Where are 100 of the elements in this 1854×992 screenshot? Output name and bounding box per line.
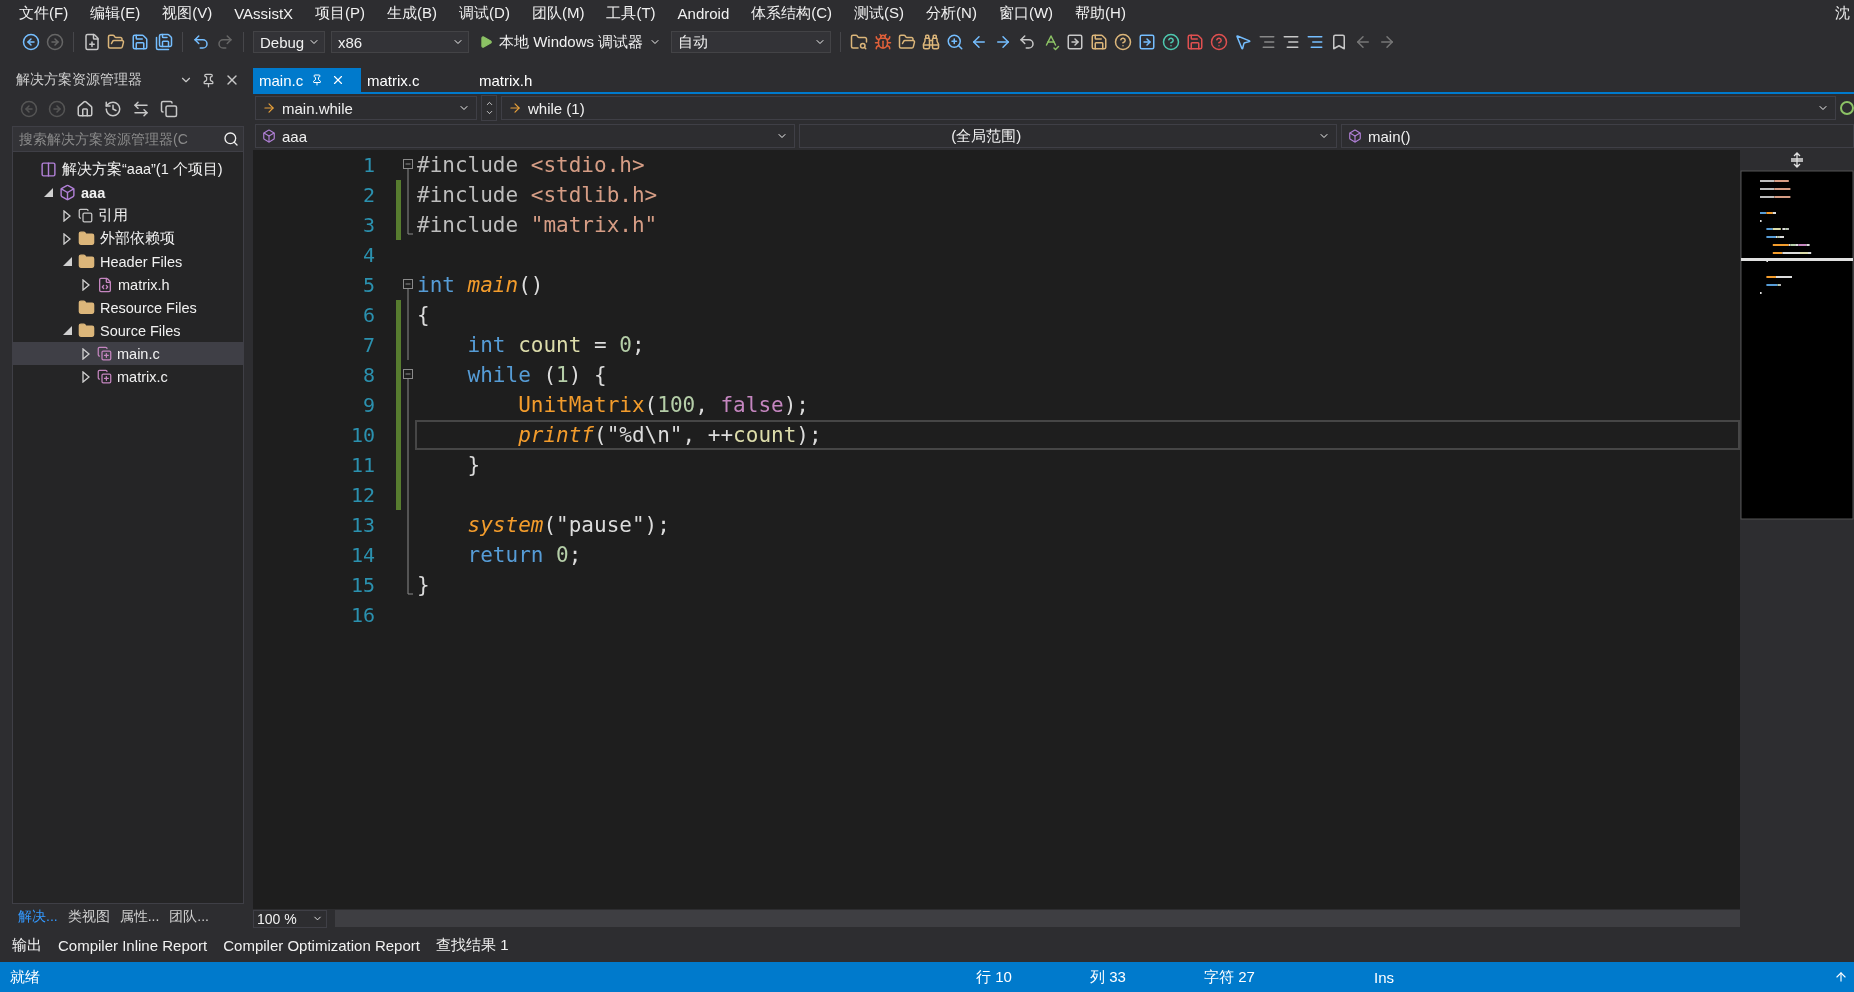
- home-icon[interactable]: [76, 100, 94, 118]
- undo-icon[interactable]: [1018, 33, 1037, 51]
- menu-item[interactable]: 体系结构(C): [740, 3, 844, 23]
- output-tab[interactable]: 输出: [12, 935, 42, 955]
- align-icon[interactable]: [1258, 33, 1277, 51]
- menu-item[interactable]: VAssistX: [223, 4, 305, 22]
- folder-icon: [78, 253, 95, 270]
- menu-item[interactable]: 窗口(W): [987, 3, 1065, 23]
- collapsed-arrow-icon[interactable]: [63, 209, 71, 222]
- collapsed-arrow-icon[interactable]: [82, 347, 90, 360]
- menu-item[interactable]: 生成(B): [376, 3, 449, 23]
- up-icon[interactable]: [484, 99, 494, 108]
- tree-item[interactable]: 引用: [13, 204, 243, 227]
- arrow-up-icon[interactable]: [1834, 970, 1848, 984]
- back-icon[interactable]: [22, 33, 40, 51]
- folder-icon: [78, 230, 95, 247]
- search-field[interactable]: 搜索解决方案资源管理器(C: [12, 126, 244, 152]
- menu-item[interactable]: 编辑(E): [79, 3, 152, 23]
- member-dropdown[interactable]: main(): [1341, 124, 1854, 148]
- user-name[interactable]: 沈: [1835, 3, 1850, 23]
- tree-item[interactable]: Source Files: [13, 319, 243, 342]
- undo-icon[interactable]: [192, 33, 210, 51]
- project-dropdown[interactable]: aaa: [255, 124, 795, 148]
- save-icon[interactable]: [131, 33, 149, 51]
- bug-icon[interactable]: [874, 33, 893, 51]
- menu-item[interactable]: 帮助(H): [1064, 3, 1137, 23]
- list-icon[interactable]: [1306, 33, 1325, 51]
- menu-item[interactable]: 测试(S): [843, 3, 916, 23]
- help-icon[interactable]: [1114, 33, 1133, 51]
- tree-item[interactable]: Header Files: [13, 250, 243, 273]
- align-icon[interactable]: [1282, 33, 1301, 51]
- file-tab[interactable]: matrix.h: [473, 68, 585, 92]
- help-icon[interactable]: [1162, 33, 1181, 51]
- expanded-arrow-icon[interactable]: [62, 326, 72, 335]
- run-button[interactable]: 本地 Windows 调试器: [475, 30, 666, 54]
- context-dropdown[interactable]: main.while: [255, 96, 477, 120]
- pin-icon[interactable]: [311, 74, 324, 86]
- pointer-icon[interactable]: [1234, 33, 1253, 51]
- save-all-icon[interactable]: [155, 33, 173, 51]
- platform-dropdown[interactable]: x86: [331, 31, 469, 53]
- reference-icon: [78, 208, 93, 223]
- tree-item[interactable]: main.c: [13, 342, 243, 365]
- menu-item[interactable]: 文件(F): [8, 3, 80, 23]
- export-icon[interactable]: [1066, 33, 1085, 51]
- output-tab[interactable]: 查找结果 1: [436, 935, 509, 955]
- horizontal-scrollbar[interactable]: [335, 910, 1740, 927]
- file-tab[interactable]: main.c: [253, 68, 361, 92]
- tree-item[interactable]: 外部依赖项: [13, 227, 243, 250]
- redo-icon[interactable]: [216, 33, 234, 51]
- splitter-icon[interactable]: [1790, 152, 1804, 168]
- solution-icon: [40, 161, 57, 178]
- collapse-all-icon[interactable]: [160, 100, 178, 118]
- tree-item[interactable]: matrix.h: [13, 273, 243, 296]
- step-icon[interactable]: [1138, 33, 1157, 51]
- panel-tab[interactable]: 属性...: [117, 908, 162, 928]
- help-icon[interactable]: [1210, 33, 1229, 51]
- tree-item[interactable]: aaa: [13, 181, 243, 204]
- panel-tab[interactable]: 类视图: [65, 908, 112, 928]
- tree-item[interactable]: 解决方案“aaa”(1 个项目): [13, 158, 243, 181]
- file-tab[interactable]: matrix.c: [361, 68, 473, 92]
- menu-item[interactable]: 团队(M): [520, 3, 596, 23]
- expanded-arrow-icon[interactable]: [62, 257, 72, 266]
- menu-item[interactable]: 调试(D): [448, 3, 521, 23]
- expanded-arrow-icon[interactable]: [43, 188, 53, 197]
- tree-item[interactable]: matrix.c: [13, 365, 243, 388]
- menu-item[interactable]: 分析(N): [915, 3, 988, 23]
- menu-item[interactable]: Android: [666, 4, 741, 22]
- configuration-dropdown[interactable]: Debug: [253, 31, 325, 53]
- code-minimap-drawing[interactable]: [1740, 170, 1854, 520]
- forward-icon[interactable]: [46, 33, 64, 51]
- panel-tab[interactable]: 解决...: [16, 908, 60, 928]
- collapsed-arrow-icon[interactable]: [82, 278, 90, 291]
- statement-dropdown[interactable]: while (1): [501, 96, 1836, 120]
- open-folder-icon[interactable]: [107, 33, 125, 51]
- history-icon[interactable]: [104, 100, 122, 118]
- panel-tab[interactable]: 团队...: [167, 908, 211, 928]
- folder-icon[interactable]: [898, 33, 917, 51]
- line-number: 4: [361, 242, 375, 269]
- output-tab[interactable]: Compiler Optimization Report: [223, 936, 420, 954]
- down-icon[interactable]: [484, 108, 494, 117]
- collapsed-arrow-icon[interactable]: [63, 232, 71, 245]
- collapsed-arrow-icon[interactable]: [82, 370, 90, 383]
- scope-dropdown[interactable]: (全局范围): [799, 124, 1337, 148]
- menu-item[interactable]: 项目(P): [304, 3, 377, 23]
- binoculars-icon[interactable]: [922, 33, 941, 51]
- zoom-dropdown[interactable]: 100 %: [253, 909, 327, 928]
- folder-search-icon[interactable]: [850, 33, 869, 51]
- sync-icon[interactable]: [132, 100, 150, 118]
- menu-item[interactable]: 工具(T): [595, 3, 667, 23]
- menu-item[interactable]: 视图(V): [151, 3, 224, 23]
- mode-dropdown[interactable]: 自动: [671, 31, 832, 53]
- tree-item[interactable]: Resource Files: [13, 296, 243, 319]
- play-icon: [479, 35, 493, 49]
- line-number: 13: [349, 512, 375, 539]
- save-icon[interactable]: [1090, 33, 1109, 51]
- code-line: #include <stdlib.h>: [416, 182, 659, 209]
- pin-icon[interactable]: [201, 72, 216, 88]
- zoom-icon[interactable]: [946, 33, 965, 51]
- output-tab[interactable]: Compiler Inline Report: [58, 936, 208, 954]
- new-file-icon[interactable]: [83, 33, 101, 51]
